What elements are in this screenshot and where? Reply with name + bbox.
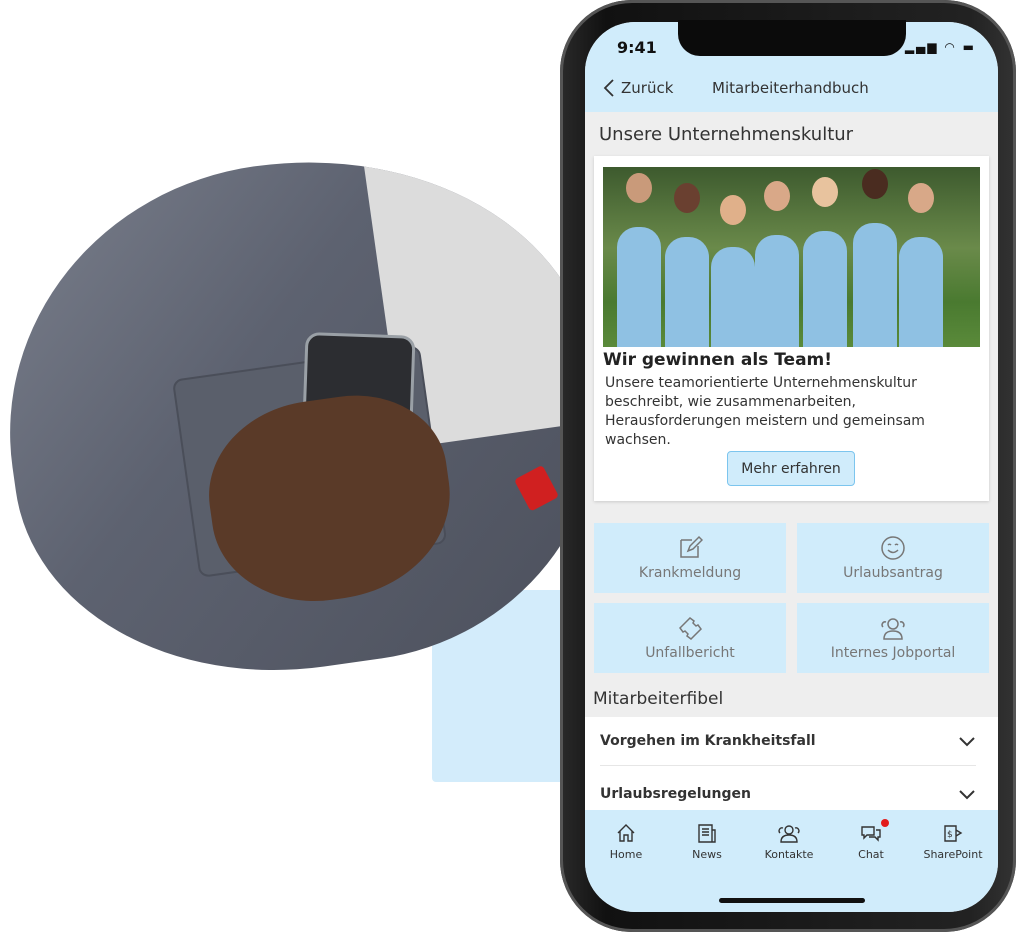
smiley-icon (881, 536, 905, 560)
tab-home[interactable]: Home (586, 822, 666, 861)
tile-urlaubsantrag[interactable]: Urlaubsantrag (797, 523, 989, 593)
bandage-icon (679, 617, 702, 640)
tile-label: Unfallbericht (645, 645, 735, 661)
status-icons: ▂▄▆ ◠ ▬ (905, 40, 976, 54)
tab-kontakte[interactable]: Kontakte (749, 822, 829, 861)
tab-news[interactable]: News (667, 822, 747, 861)
home-indicator (719, 898, 865, 903)
more-button[interactable]: Mehr erfahren (727, 451, 855, 486)
accordion-label: Urlaubsregelungen (600, 785, 751, 802)
fibel-heading: Mitarbeiterfibel (593, 689, 724, 709)
battery-icon: ▬ (962, 40, 976, 54)
tile-label: Urlaubsantrag (843, 565, 943, 581)
accordion-label: Vorgehen im Krankheitsfall (600, 733, 816, 749)
chevron-down-icon (959, 737, 975, 747)
home-icon (617, 824, 635, 842)
phone-notch (678, 20, 906, 56)
tab-label: Chat (858, 848, 884, 861)
edit-icon (680, 535, 703, 558)
tab-bar: Home News Kontakte Chat $ SharePoint (585, 810, 998, 912)
chat-icon (861, 826, 881, 842)
phone-screen: 9:41 ▂▄▆ ◠ ▬ Zurück Mitarbeiterhandbuch … (585, 22, 998, 912)
wifi-icon: ◠ (944, 40, 957, 54)
people-icon (881, 618, 905, 640)
tile-label: Krankmeldung (638, 565, 742, 581)
culture-card: Wir gewinnen als Team! Unsere teamorient… (594, 156, 989, 501)
contacts-icon (778, 825, 800, 843)
chevron-down-icon (959, 789, 975, 799)
chevron-left-icon (603, 79, 614, 97)
fibel-list: Vorgehen im Krankheitsfall Urlaubsregelu… (585, 717, 998, 817)
tab-label: Kontakte (764, 848, 814, 861)
tile-krankmeldung[interactable]: Krankmeldung (594, 523, 786, 593)
back-button[interactable]: Zurück (603, 78, 673, 98)
tab-label: SharePoint (923, 848, 983, 861)
accordion-item[interactable]: Vorgehen im Krankheitsfall (600, 717, 976, 766)
card-title: Wir gewinnen als Team! (603, 350, 833, 370)
page-title: Mitarbeiterhandbuch (712, 79, 869, 97)
tile-label: Internes Jobportal (830, 645, 956, 661)
tile-unfallbericht[interactable]: Unfallbericht (594, 603, 786, 673)
status-time: 9:41 (617, 38, 657, 57)
card-text: Unsere teamorientierte Unternehmenskultu… (605, 375, 925, 448)
tab-label: Home (609, 848, 643, 861)
sharepoint-icon: $ (944, 825, 963, 842)
back-label: Zurück (621, 79, 674, 97)
tab-chat[interactable]: Chat (831, 819, 911, 861)
svg-text:$: $ (947, 830, 953, 840)
signal-icon: ▂▄▆ (904, 40, 939, 54)
news-icon (698, 824, 716, 843)
team-photo (603, 167, 980, 347)
tab-sharepoint[interactable]: $ SharePoint (913, 822, 993, 861)
culture-heading: Unsere Unternehmenskultur (599, 124, 854, 145)
tile-jobportal[interactable]: Internes Jobportal (797, 603, 989, 673)
notification-dot (881, 819, 889, 827)
tab-label: News (692, 848, 722, 861)
